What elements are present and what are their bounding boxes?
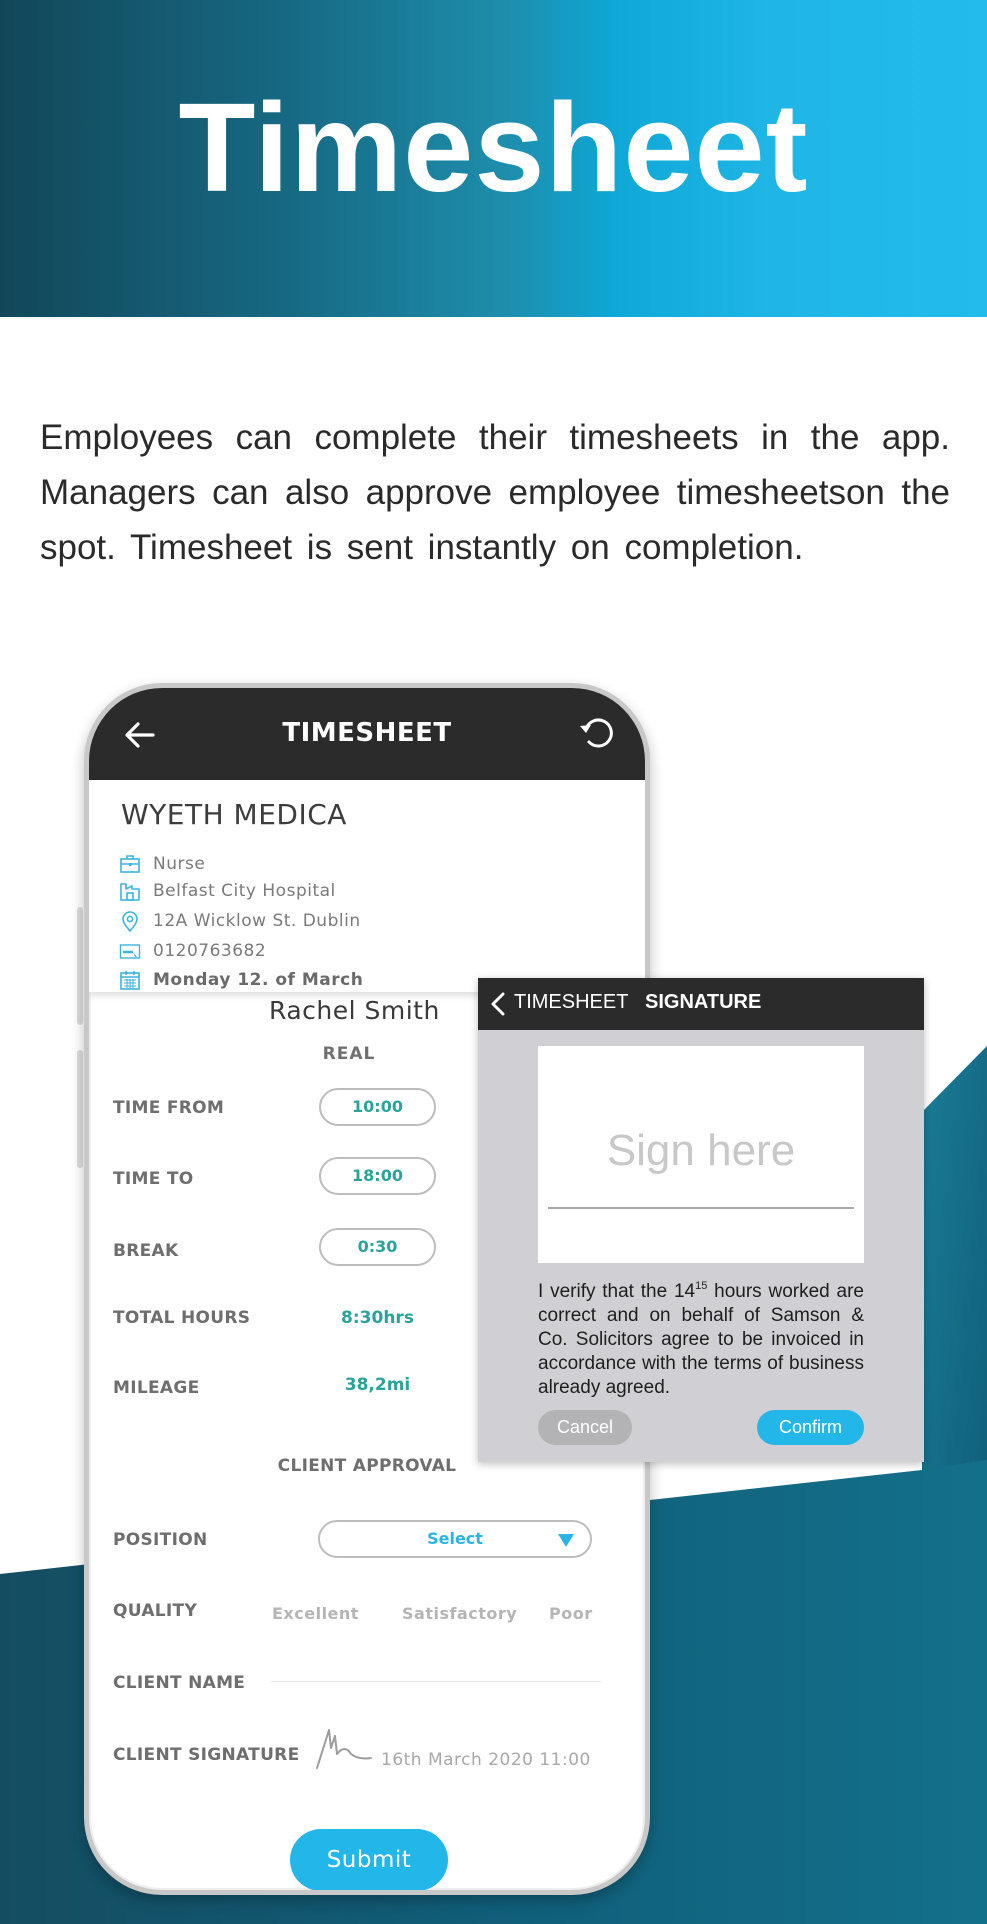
quality-option-excellent[interactable]: Excellent — [272, 1604, 359, 1623]
building-icon — [120, 883, 140, 901]
break-input[interactable]: 0:30 — [319, 1228, 436, 1266]
info-row-location: Belfast City Hospital — [119, 879, 336, 903]
info-row-role: Nurse — [119, 852, 205, 876]
company-name: WYETH MEDICA — [121, 798, 347, 831]
quality-option-poor[interactable]: Poor — [549, 1604, 593, 1623]
phone-side-button — [77, 907, 83, 1025]
chevron-left-icon[interactable] — [490, 992, 506, 1016]
position-select-value: Select — [427, 1529, 483, 1548]
submit-button[interactable]: Submit — [290, 1829, 448, 1890]
phone-side-button — [77, 1050, 83, 1168]
job-info-card: WYETH MEDICA Nurse Belfast City Hospital… — [89, 780, 645, 992]
signature-date: 16th March 2020 11:00 — [381, 1750, 591, 1770]
employee-name: Rachel Smith — [269, 996, 440, 1025]
signature-dialog: TIMESHEET SIGNATURE Sign here I verify t… — [478, 978, 924, 1462]
signature-placeholder: Sign here — [606, 1126, 796, 1175]
verification-prefix: I verify that the 14 — [538, 1281, 696, 1302]
banner-title: Timesheet — [178, 77, 809, 218]
info-row-address: 12A Wicklow St. Dublin — [119, 909, 361, 933]
confirm-button[interactable]: Confirm — [757, 1410, 864, 1445]
hero-banner: Timesheet — [0, 0, 987, 317]
verification-superscript: 15 — [695, 1280, 708, 1292]
info-workplace: Belfast City Hospital — [153, 881, 336, 901]
info-address: 12A Wicklow St. Dublin — [153, 911, 361, 931]
signature-dialog-title: SIGNATURE — [645, 991, 762, 1013]
label-client-signature: CLIENT SIGNATURE — [113, 1745, 300, 1765]
book-icon — [119, 944, 141, 959]
calendar-icon — [120, 971, 140, 990]
info-date: Monday 12. of March — [153, 970, 364, 990]
app-title: TIMESHEET — [282, 718, 452, 748]
mileage-value: 38,2mi — [344, 1375, 411, 1395]
info-role: Nurse — [153, 854, 206, 874]
signature-dialog-header: TIMESHEET SIGNATURE — [478, 978, 924, 1030]
label-time-from: TIME FROM — [113, 1098, 225, 1118]
column-header-real: REAL — [322, 1044, 376, 1064]
position-select[interactable]: Select — [318, 1520, 592, 1558]
signature-line — [548, 1207, 854, 1209]
client-name-input[interactable] — [271, 1681, 601, 1682]
briefcase-icon — [120, 855, 140, 873]
verification-statement: I verify that the 1415 hours worked are … — [538, 1280, 864, 1400]
cancel-button[interactable]: Cancel — [538, 1410, 632, 1445]
info-phone: 0120763682 — [153, 941, 267, 961]
intro-paragraph: Employees can complete their timesheets … — [40, 418, 950, 567]
label-position: POSITION — [113, 1530, 208, 1550]
time-to-input[interactable]: 18:00 — [319, 1157, 436, 1195]
app-header: TIMESHEET — [89, 688, 645, 780]
caret-down-icon — [558, 1534, 574, 1547]
signature-pad[interactable]: Sign here — [538, 1046, 864, 1263]
back-to-timesheet-link[interactable]: TIMESHEET — [514, 991, 628, 1014]
label-time-to: TIME TO — [113, 1169, 194, 1189]
refresh-icon[interactable] — [577, 712, 619, 754]
label-quality: QUALITY — [113, 1601, 198, 1621]
info-row-phone: 0120763682 — [119, 939, 266, 963]
signature-scribble — [316, 1729, 372, 1769]
label-total-hours: TOTAL HOURS — [113, 1308, 251, 1328]
time-from-input[interactable]: 10:00 — [319, 1088, 436, 1126]
quality-option-satisfactory[interactable]: Satisfactory — [402, 1604, 517, 1623]
label-client-name: CLIENT NAME — [113, 1673, 246, 1693]
label-mileage: MILEAGE — [113, 1378, 200, 1398]
label-break: BREAK — [113, 1241, 179, 1261]
info-row-date: Monday 12. of March — [119, 968, 363, 992]
total-hours-value: 8:30hrs — [341, 1308, 414, 1328]
location-pin-icon — [122, 911, 138, 932]
